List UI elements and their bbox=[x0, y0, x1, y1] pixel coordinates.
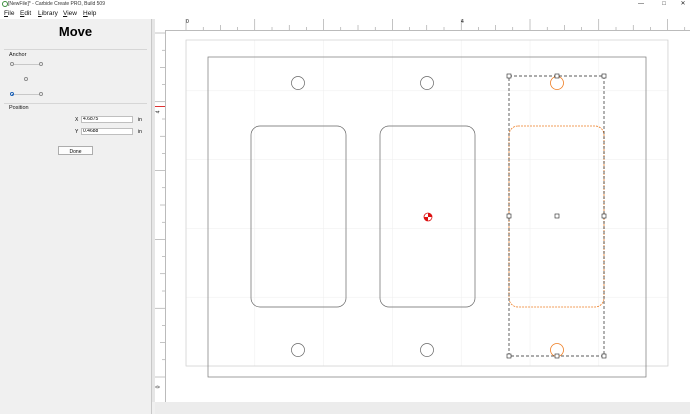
stock-outline bbox=[185, 39, 669, 367]
top-ruler: 0 4 bbox=[155, 19, 690, 31]
minimize-icon[interactable]: — bbox=[634, 0, 648, 9]
ruler-label-left-4: 4 bbox=[155, 110, 162, 114]
separator bbox=[4, 103, 147, 104]
handle-bottom-right[interactable] bbox=[601, 353, 607, 359]
title-bar: [NewFile]* - Carbide Create PRO, Build 5… bbox=[0, 0, 690, 9]
handle-center[interactable] bbox=[554, 213, 560, 219]
y-position-input[interactable] bbox=[81, 128, 133, 135]
move-panel: Move Anchor Position X in Y in Done bbox=[0, 19, 152, 414]
anchor-bottom-right-radio[interactable] bbox=[39, 92, 43, 96]
position-label: Position bbox=[9, 105, 29, 111]
anchor-label: Anchor bbox=[9, 52, 27, 58]
handle-top-center[interactable] bbox=[554, 73, 560, 79]
menu-edit[interactable]: Edit bbox=[20, 9, 31, 19]
x-unit: in bbox=[138, 117, 142, 123]
anchor-top-left-radio[interactable] bbox=[10, 62, 14, 66]
left-ruler: 4 0 bbox=[155, 30, 166, 402]
anchor-center-radio[interactable] bbox=[24, 77, 28, 81]
menu-view[interactable]: View bbox=[63, 9, 77, 19]
selected-screw-hole[interactable] bbox=[550, 76, 564, 90]
handle-top-right[interactable] bbox=[601, 73, 607, 79]
screw-hole[interactable] bbox=[291, 76, 305, 90]
handle-top-left[interactable] bbox=[506, 73, 512, 79]
status-bar bbox=[155, 402, 690, 414]
maximize-icon[interactable]: □ bbox=[657, 0, 671, 9]
menu-library[interactable]: Library bbox=[38, 9, 58, 19]
window-title: [NewFile]* - Carbide Create PRO, Build 5… bbox=[8, 1, 105, 7]
anchor-bottom-left-radio[interactable] bbox=[10, 92, 14, 96]
handle-bottom-center[interactable] bbox=[554, 353, 560, 359]
y-unit: in bbox=[138, 129, 142, 135]
menu-file[interactable]: File bbox=[4, 9, 15, 19]
done-button[interactable]: Done bbox=[58, 146, 93, 155]
y-label: Y bbox=[75, 129, 79, 135]
x-position-input[interactable] bbox=[81, 116, 133, 123]
handle-middle-left[interactable] bbox=[506, 213, 512, 219]
screw-hole[interactable] bbox=[291, 343, 305, 357]
close-icon[interactable]: ✕ bbox=[676, 0, 690, 9]
origin-marker bbox=[423, 212, 433, 222]
ruler-label-0: 0 bbox=[186, 19, 189, 25]
panel-title: Move bbox=[58, 24, 93, 39]
design-canvas[interactable] bbox=[166, 31, 690, 402]
screw-hole[interactable] bbox=[420, 76, 434, 90]
menu-bar: File Edit Library View Help bbox=[0, 9, 690, 19]
menu-help[interactable]: Help bbox=[83, 9, 96, 19]
anchor-top-right-radio[interactable] bbox=[39, 62, 43, 66]
separator bbox=[4, 49, 147, 50]
top-ruler-ticks bbox=[185, 19, 686, 30]
anchor-guide bbox=[14, 64, 40, 65]
ruler-label-4: 4 bbox=[461, 19, 464, 25]
handle-bottom-left[interactable] bbox=[506, 353, 512, 359]
anchor-guide bbox=[14, 94, 40, 95]
canvas-drawing[interactable] bbox=[166, 31, 690, 402]
left-ruler-ticks bbox=[155, 32, 165, 378]
screw-hole[interactable] bbox=[420, 343, 434, 357]
decora-cutout[interactable] bbox=[250, 125, 347, 308]
x-label: X bbox=[75, 117, 79, 123]
handle-middle-right[interactable] bbox=[601, 213, 607, 219]
ruler-label-left-0: 0 bbox=[155, 385, 162, 389]
